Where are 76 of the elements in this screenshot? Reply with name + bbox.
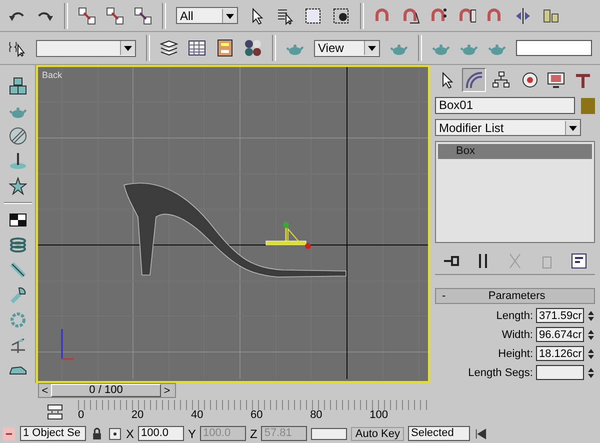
parameter-label: Length Segs:: [468, 366, 533, 378]
color-swatch[interactable]: [581, 98, 595, 114]
axis-label: Y: [188, 426, 196, 440]
object-name-field[interactable]: Box01: [435, 97, 575, 114]
dropdown[interactable]: All: [176, 7, 238, 24]
tube-icon[interactable]: [8, 261, 26, 279]
tick-label: 0: [78, 409, 84, 421]
bind-icon[interactable]: [134, 6, 152, 24]
checker-icon[interactable]: [8, 211, 26, 229]
spheres-icon[interactable]: [244, 39, 262, 57]
axis-label: X: [126, 426, 134, 440]
mirror-icon[interactable]: [514, 6, 532, 24]
selection-status: 1 Object Se: [20, 426, 86, 441]
spinner-icon[interactable]: [587, 346, 595, 360]
boxes-icon[interactable]: [8, 77, 26, 95]
parameter-field[interactable]: 371.59cr: [536, 308, 584, 323]
shoe-drawing[interactable]: [124, 182, 346, 278]
parameter-label: Width:: [502, 328, 533, 340]
viewport-label: Back: [42, 70, 62, 80]
key-filter-field[interactable]: Selected: [408, 426, 470, 441]
lock-icon[interactable]: [90, 426, 104, 440]
caret-icon[interactable]: [222, 8, 237, 22]
transform-gizmo-icon[interactable]: [266, 222, 311, 249]
unlink-icon[interactable]: [106, 6, 124, 24]
caret-icon[interactable]: [364, 41, 379, 55]
tick-label: 40: [190, 409, 204, 421]
window-icon[interactable]: [332, 6, 350, 24]
playback-icon[interactable]: [474, 426, 488, 440]
spinner-icon[interactable]: [587, 328, 595, 342]
tick-label: 100: [370, 409, 388, 421]
key-filter-icon[interactable]: [46, 403, 64, 421]
blank-field: [311, 428, 348, 440]
link-icon[interactable]: [78, 6, 96, 24]
schematic-icon[interactable]: [216, 39, 234, 57]
configure-icon[interactable]: [570, 252, 588, 270]
tick-label: 20: [131, 409, 144, 421]
rectangle-region-icon[interactable]: [304, 6, 322, 24]
spinner-snap-icon[interactable]: [458, 6, 476, 24]
caret-icon[interactable]: [120, 41, 135, 55]
wrench-icon[interactable]: [8, 286, 26, 304]
windmill-icon[interactable]: [8, 336, 26, 354]
input-field[interactable]: [516, 40, 592, 56]
absolute-mode-icon[interactable]: [108, 426, 122, 440]
script-icon[interactable]: [8, 39, 26, 57]
align-icon[interactable]: [542, 6, 560, 24]
spinner-icon[interactable]: [587, 308, 595, 322]
parameter-label: Height:: [498, 348, 533, 360]
dropdown[interactable]: Modifier List: [435, 119, 581, 136]
named-selection-dropdown[interactable]: [36, 40, 136, 56]
viewport[interactable]: Back: [36, 65, 430, 383]
spinner-icon[interactable]: [587, 366, 595, 380]
dropdown[interactable]: View: [314, 40, 380, 56]
layers-icon[interactable]: [160, 39, 178, 57]
list-cursor-icon[interactable]: [276, 6, 294, 24]
star-icon[interactable]: [8, 177, 26, 195]
angle-snap-icon[interactable]: [402, 6, 420, 24]
time-scroll-bar[interactable]: < 0 / 100 >: [38, 383, 176, 398]
auto-key-button[interactable]: Auto Key: [351, 426, 404, 440]
maxscript-icon[interactable]: [2, 426, 16, 440]
axis-icon: [61, 329, 74, 360]
parameter-label: Length:: [496, 310, 533, 322]
sphere-icon[interactable]: [8, 127, 26, 145]
parameter-field[interactable]: [536, 365, 584, 380]
parameter-field[interactable]: 96.674cr: [536, 327, 584, 342]
pin-icon[interactable]: [8, 152, 26, 170]
table-icon[interactable]: [188, 39, 206, 57]
caret-icon[interactable]: [565, 120, 580, 134]
spring-icon[interactable]: [8, 236, 26, 254]
rollout-header[interactable]: - Parameters: [435, 288, 595, 304]
frame-counter[interactable]: 0 / 100: [51, 384, 161, 397]
stack-item[interactable]: Box: [438, 144, 592, 159]
coordinate-field[interactable]: 100.0: [138, 426, 184, 441]
axis-label: Z: [250, 426, 258, 440]
parameter-field[interactable]: 18.126cr: [536, 346, 584, 361]
tick-label: 80: [310, 409, 322, 421]
tick-label: 60: [250, 409, 263, 421]
